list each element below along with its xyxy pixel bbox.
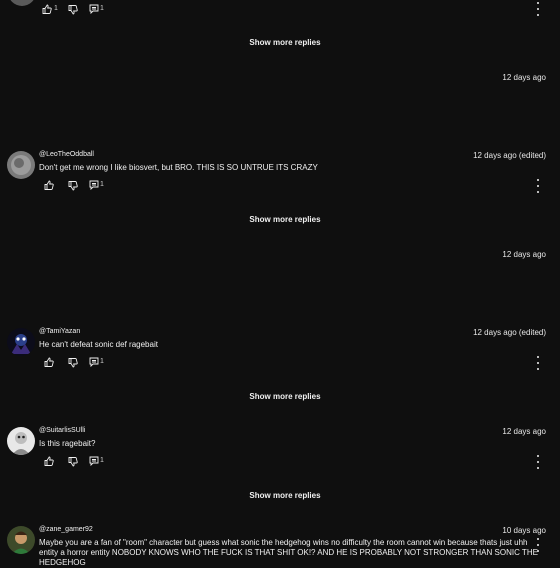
reply-icon[interactable] bbox=[89, 357, 99, 367]
comment-timestamp: 12 days ago (edited) bbox=[473, 151, 546, 160]
comment-author[interactable]: @LeoTheOddball bbox=[39, 151, 94, 158]
thumbs-down-icon[interactable] bbox=[68, 181, 78, 191]
comment-timestamp: 10 days ago bbox=[502, 526, 546, 535]
comment-timestamp: 12 days ago bbox=[502, 427, 546, 436]
thumbs-up-icon[interactable] bbox=[44, 180, 54, 190]
comment-author[interactable]: @TamiYazan bbox=[39, 328, 80, 335]
kebab-menu-icon[interactable] bbox=[536, 538, 540, 552]
like-count: 1 bbox=[54, 5, 58, 12]
thumbs-up-icon[interactable] bbox=[44, 456, 54, 466]
thumbs-down-icon[interactable] bbox=[68, 358, 78, 368]
comments-screen: { "top": { "likes": "1", "replies": "1",… bbox=[0, 0, 560, 567]
kebab-menu-icon[interactable] bbox=[536, 2, 540, 16]
kebab-menu-icon[interactable] bbox=[536, 356, 540, 370]
avatar-image bbox=[7, 328, 35, 356]
reply-timestamp: 12 days ago bbox=[502, 73, 546, 82]
avatar-image bbox=[7, 427, 35, 455]
avatar[interactable] bbox=[7, 328, 35, 356]
reply-count: 1 bbox=[100, 358, 104, 365]
reply-count: 1 bbox=[100, 457, 104, 464]
show-more-replies-button[interactable]: Show more replies bbox=[185, 215, 385, 224]
kebab-menu-icon[interactable] bbox=[536, 455, 540, 469]
comment-text: Is this ragebait? bbox=[39, 439, 96, 448]
avatar[interactable] bbox=[7, 427, 35, 455]
reply-icon[interactable] bbox=[89, 456, 99, 466]
comment-timestamp: 12 days ago (edited) bbox=[473, 328, 546, 337]
comment-text: He can't defeat sonic def ragebait bbox=[39, 340, 158, 349]
comment-author[interactable]: @zane_gamer92 bbox=[39, 526, 93, 533]
reply-timestamp: 12 days ago bbox=[502, 250, 546, 259]
comment-author[interactable]: @SuitarlisSUlli bbox=[39, 427, 85, 434]
show-more-replies-button[interactable]: Show more replies bbox=[185, 392, 385, 401]
avatar[interactable] bbox=[7, 151, 35, 179]
thumbs-down-icon[interactable] bbox=[68, 5, 78, 15]
partial-avatar bbox=[8, 0, 36, 6]
reply-icon[interactable] bbox=[89, 180, 99, 190]
avatar[interactable] bbox=[7, 526, 35, 554]
avatar-image bbox=[7, 526, 35, 554]
thumbs-up-icon[interactable] bbox=[42, 4, 52, 14]
avatar-image bbox=[7, 151, 35, 179]
comment-text-line: HEDGEHOG bbox=[39, 558, 86, 567]
comment-text: Don't get me wrong I like biosvert, but … bbox=[39, 163, 318, 172]
thumbs-down-icon[interactable] bbox=[68, 457, 78, 467]
thumbs-up-icon[interactable] bbox=[44, 357, 54, 367]
show-more-replies-button[interactable]: Show more replies bbox=[185, 491, 385, 500]
reply-count: 1 bbox=[100, 5, 104, 12]
reply-count: 1 bbox=[100, 181, 104, 188]
kebab-menu-icon[interactable] bbox=[536, 179, 540, 193]
show-more-replies-button[interactable]: Show more replies bbox=[185, 38, 385, 47]
reply-icon[interactable] bbox=[89, 4, 99, 14]
